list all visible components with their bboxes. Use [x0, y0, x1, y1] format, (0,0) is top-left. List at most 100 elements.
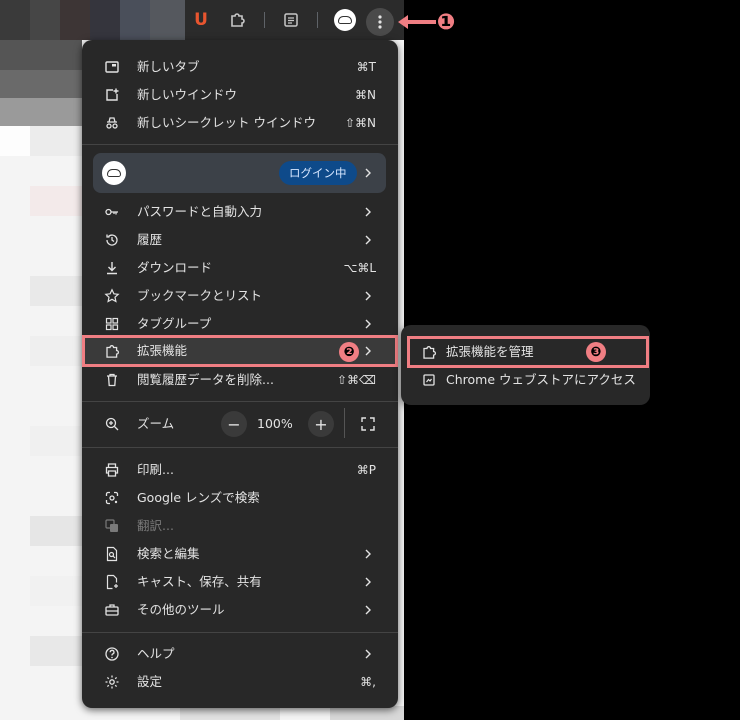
avatar	[334, 9, 356, 31]
chevron-right-icon	[362, 290, 374, 302]
cast-save-icon	[104, 574, 120, 590]
incognito-icon	[104, 115, 120, 131]
menu-item-print[interactable]: 印刷... ⌘P	[82, 456, 398, 484]
menu-item-new-window[interactable]: 新しいウインドウ ⌘N	[82, 81, 398, 109]
menu-divider	[82, 401, 398, 402]
annotation-step-3: ❸	[586, 342, 606, 362]
chevron-right-icon	[362, 648, 374, 660]
menu-item-label: 新しいシークレット ウインドウ	[137, 115, 316, 130]
reading-list-icon[interactable]	[279, 8, 303, 32]
zoom-level: 100%	[257, 416, 293, 431]
zoom-out-button[interactable]: −	[221, 411, 247, 437]
lens-icon	[104, 490, 120, 506]
menu-item-label: Google レンズで検索	[137, 490, 260, 505]
menu-item-shortcut: ⇧⌘⌫	[336, 373, 376, 387]
help-icon	[104, 646, 120, 662]
menu-item-more-tools[interactable]: その他のツール	[82, 596, 398, 624]
menu-item-label: ヘルプ	[137, 646, 175, 661]
more-vert-icon[interactable]	[366, 8, 394, 36]
menu-item-help[interactable]: ヘルプ	[82, 640, 398, 668]
menu-item-new-incognito[interactable]: 新しいシークレット ウインドウ ⇧⌘N	[82, 109, 398, 137]
menu-item-label: 設定	[137, 674, 163, 689]
toolbar-separator	[264, 12, 265, 28]
key-icon	[104, 204, 120, 220]
zoom-separator	[344, 408, 345, 438]
signed-in-badge: ログイン中	[279, 161, 357, 185]
menu-item-label: 新しいウインドウ	[137, 87, 238, 102]
chrome-main-menu: 新しいタブ ⌘T 新しいウインドウ ⌘N 新しいシークレット ウインドウ ⇧⌘N…	[82, 40, 398, 708]
new-tab-icon	[104, 59, 120, 75]
submenu-item-web-store[interactable]: Chrome ウェブストアにアクセス	[401, 366, 650, 394]
menu-item-tab-groups[interactable]: タブグループ	[82, 310, 398, 338]
menu-item-shortcut: ⇧⌘N	[344, 116, 376, 130]
menu-item-clear-browsing-data[interactable]: 閲覧履歴データを削除... ⇧⌘⌫	[82, 366, 398, 394]
menu-item-label: ブックマークとリスト	[137, 288, 263, 303]
history-icon	[104, 232, 120, 248]
download-icon	[104, 260, 120, 276]
menu-item-label: タブグループ	[137, 316, 212, 331]
search-edit-icon	[104, 546, 120, 562]
menu-item-label: ダウンロード	[137, 260, 213, 275]
menu-item-shortcut: ⌥⌘L	[343, 261, 376, 275]
zoom-icon	[104, 416, 120, 432]
submenu-item-label: Chrome ウェブストアにアクセス	[446, 372, 636, 387]
menu-item-label: 翻訳...	[137, 518, 174, 533]
chevron-right-icon	[362, 206, 374, 218]
annotation-step-2: ❷	[339, 342, 359, 362]
menu-item-google-lens[interactable]: Google レンズで検索	[82, 484, 398, 512]
menu-divider	[82, 144, 398, 145]
menu-item-shortcut: ⌘P	[356, 463, 376, 477]
chevron-right-icon	[362, 318, 374, 330]
u-extension-icon[interactable]: U	[189, 8, 213, 32]
menu-item-translate: 翻訳...	[82, 512, 398, 540]
zoom-in-button[interactable]: +	[308, 411, 334, 437]
menu-item-shortcut: ⌘,	[360, 675, 376, 689]
chevron-right-icon	[362, 604, 374, 616]
menu-divider	[82, 632, 398, 633]
menu-item-label: 閲覧履歴データを削除...	[137, 372, 274, 387]
menu-item-label: パスワードと自動入力	[137, 204, 263, 219]
annotation-box-manage-extensions	[407, 336, 649, 368]
menu-item-downloads[interactable]: ダウンロード ⌥⌘L	[82, 254, 398, 282]
menu-item-label: その他のツール	[137, 602, 225, 617]
toolbox-icon	[104, 602, 120, 618]
menu-item-settings[interactable]: 設定 ⌘,	[82, 668, 398, 696]
web-store-icon	[421, 372, 437, 388]
menu-item-label: 新しいタブ	[137, 59, 200, 74]
avatar	[102, 161, 126, 185]
tab-group-icon	[104, 316, 120, 332]
settings-icon	[104, 674, 120, 690]
profile-row[interactable]: ログイン中	[93, 153, 386, 193]
zoom-label: ズーム	[137, 416, 175, 431]
menu-divider	[82, 447, 398, 448]
menu-item-bookmarks[interactable]: ブックマークとリスト	[82, 282, 398, 310]
star-icon	[104, 288, 120, 304]
annotation-step-1: ❶	[436, 9, 456, 35]
menu-item-passwords[interactable]: パスワードと自動入力	[82, 198, 398, 226]
menu-item-label: 印刷...	[137, 462, 174, 477]
menu-item-shortcut: ⌘N	[355, 88, 376, 102]
fullscreen-icon[interactable]	[360, 416, 376, 432]
menu-item-history[interactable]: 履歴	[82, 226, 398, 254]
puzzle-icon[interactable]	[225, 8, 249, 32]
toolbar-separator	[317, 12, 318, 28]
menu-item-label: 検索と編集	[137, 546, 200, 561]
chevron-right-icon	[362, 548, 374, 560]
tab-strip-blur	[0, 0, 185, 40]
menu-item-cast-save-share[interactable]: キャスト、保存、共有	[82, 568, 398, 596]
menu-item-shortcut: ⌘T	[356, 60, 376, 74]
annotation-arrow	[402, 20, 436, 24]
print-icon	[104, 462, 120, 478]
profile-avatar-icon[interactable]	[333, 8, 357, 32]
chevron-right-icon	[362, 576, 374, 588]
menu-item-find-edit[interactable]: 検索と編集	[82, 540, 398, 568]
new-window-icon	[104, 87, 120, 103]
translate-icon	[104, 518, 120, 534]
menu-item-new-tab[interactable]: 新しいタブ ⌘T	[82, 53, 398, 81]
browser-toolbar: U	[0, 0, 404, 40]
menu-item-label: 履歴	[137, 232, 163, 247]
chevron-right-icon	[362, 234, 374, 246]
chevron-right-icon	[362, 167, 374, 179]
trash-icon	[104, 372, 120, 388]
u-extension-letter: U	[194, 10, 208, 30]
